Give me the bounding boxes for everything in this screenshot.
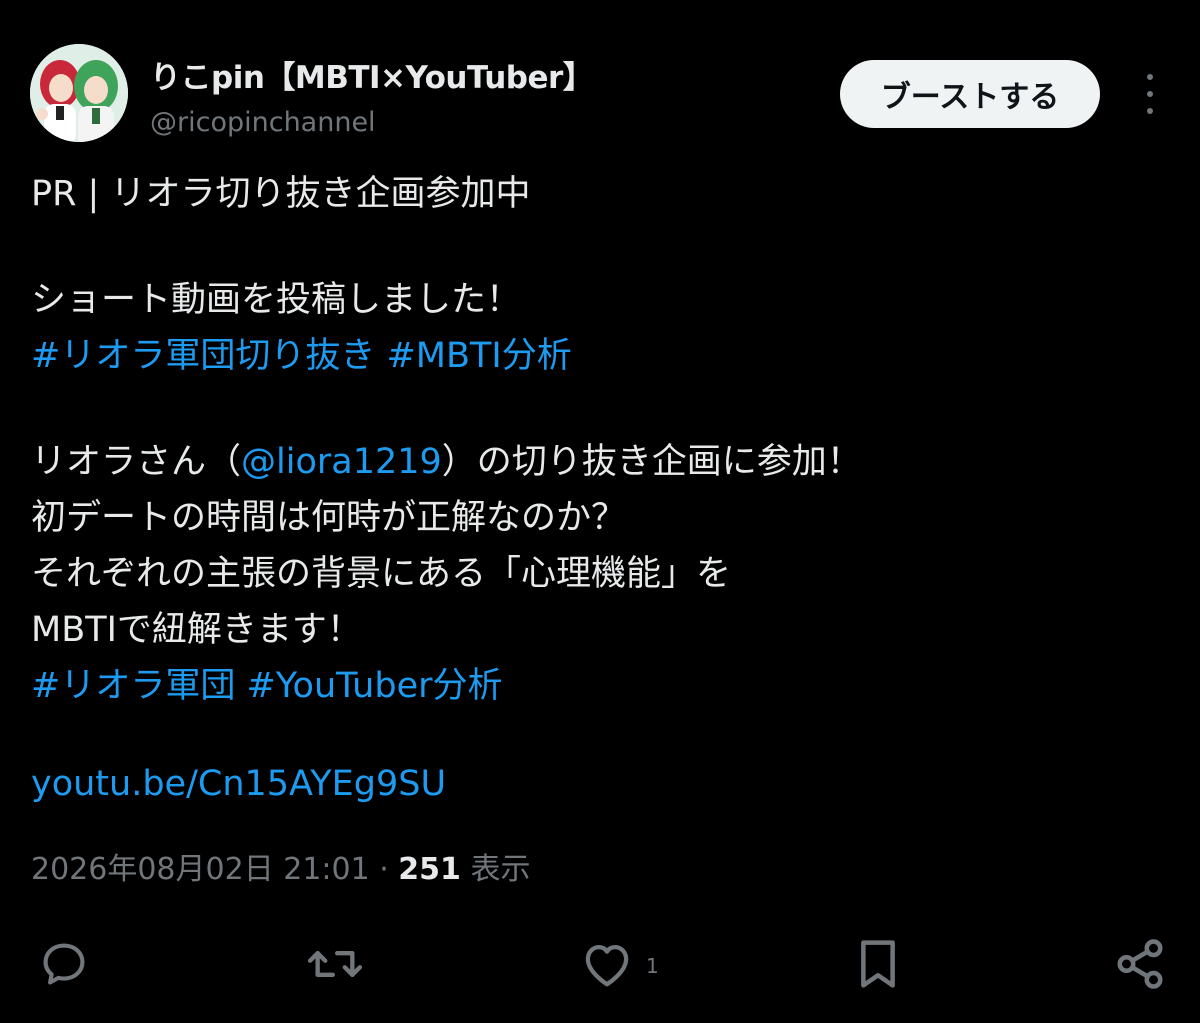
reply-icon <box>43 943 85 985</box>
like-button[interactable]: 1 <box>580 935 659 993</box>
external-link[interactable]: youtu.be/Cn15AYEg9SU <box>31 764 446 804</box>
like-count: 1 <box>646 954 659 978</box>
more-dot <box>1147 91 1153 97</box>
mention-link[interactable]: @liora1219 <box>241 442 442 482</box>
views-label: 表示 <box>460 852 531 887</box>
tweet-hashtag-line: #リオラ軍団切り抜き #MBTI分析 <box>31 334 572 378</box>
boost-button[interactable]: ブーストする <box>840 60 1100 128</box>
tweet-text-line: MBTIで紐解きます！ <box>31 610 362 650</box>
reply-button[interactable] <box>38 935 90 993</box>
more-dot <box>1147 108 1153 114</box>
tweet-text-line: リオラさん（@liora1219）の切り抜き企画に参加！ <box>31 440 862 484</box>
repost-icon <box>307 951 363 977</box>
hashtag-link[interactable]: #リオラ軍団 <box>31 666 235 706</box>
more-dot <box>1147 74 1153 80</box>
author-handle[interactable]: @ricopinchannel <box>150 107 376 138</box>
avatar[interactable] <box>30 44 128 142</box>
hashtag-link[interactable]: #YouTuber分析 <box>246 666 502 706</box>
hashtag-link[interactable]: #リオラ軍団切り抜き <box>31 336 375 376</box>
timestamp[interactable]: 2026年08月02日 21:01 <box>31 852 370 887</box>
tweet-text-line: PR | リオラ切り抜き企画参加中 <box>31 174 531 214</box>
views-count: 251 <box>398 852 461 887</box>
author-display-name[interactable]: りこpin【MBTI×YouTuber】 <box>150 52 594 97</box>
text-segment: リオラさん（ <box>31 442 242 482</box>
hashtag-link[interactable]: #MBTI分析 <box>386 336 571 376</box>
meta-separator: · <box>369 852 399 887</box>
share-icon <box>1117 939 1163 989</box>
post-detail: りこpin【MBTI×YouTuber】 @ricopinchannel ブース… <box>0 0 1200 1023</box>
tweet-url-line: youtu.be/Cn15AYEg9SU <box>31 762 446 806</box>
tweet-hashtag-line: #リオラ軍団 #YouTuber分析 <box>31 664 503 708</box>
bookmark-button[interactable] <box>855 935 901 993</box>
tweet-text-line: ショート動画を投稿しました！ <box>31 280 522 320</box>
bookmark-icon <box>861 940 895 988</box>
like-icon <box>585 944 629 987</box>
tweet-text-line: 初デートの時間は何時が正解なのか？ <box>31 498 627 538</box>
more-icon[interactable] <box>1135 74 1165 114</box>
share-button[interactable] <box>1113 935 1167 993</box>
avatar-image <box>30 44 128 142</box>
post-meta: 2026年08月02日 21:01 · 251 表示 <box>31 844 530 888</box>
tweet-text-line: それぞれの主張の背景にある「心理機能」を <box>31 554 732 594</box>
repost-button[interactable] <box>306 935 364 993</box>
text-segment: ）の切り抜き企画に参加！ <box>441 442 862 482</box>
